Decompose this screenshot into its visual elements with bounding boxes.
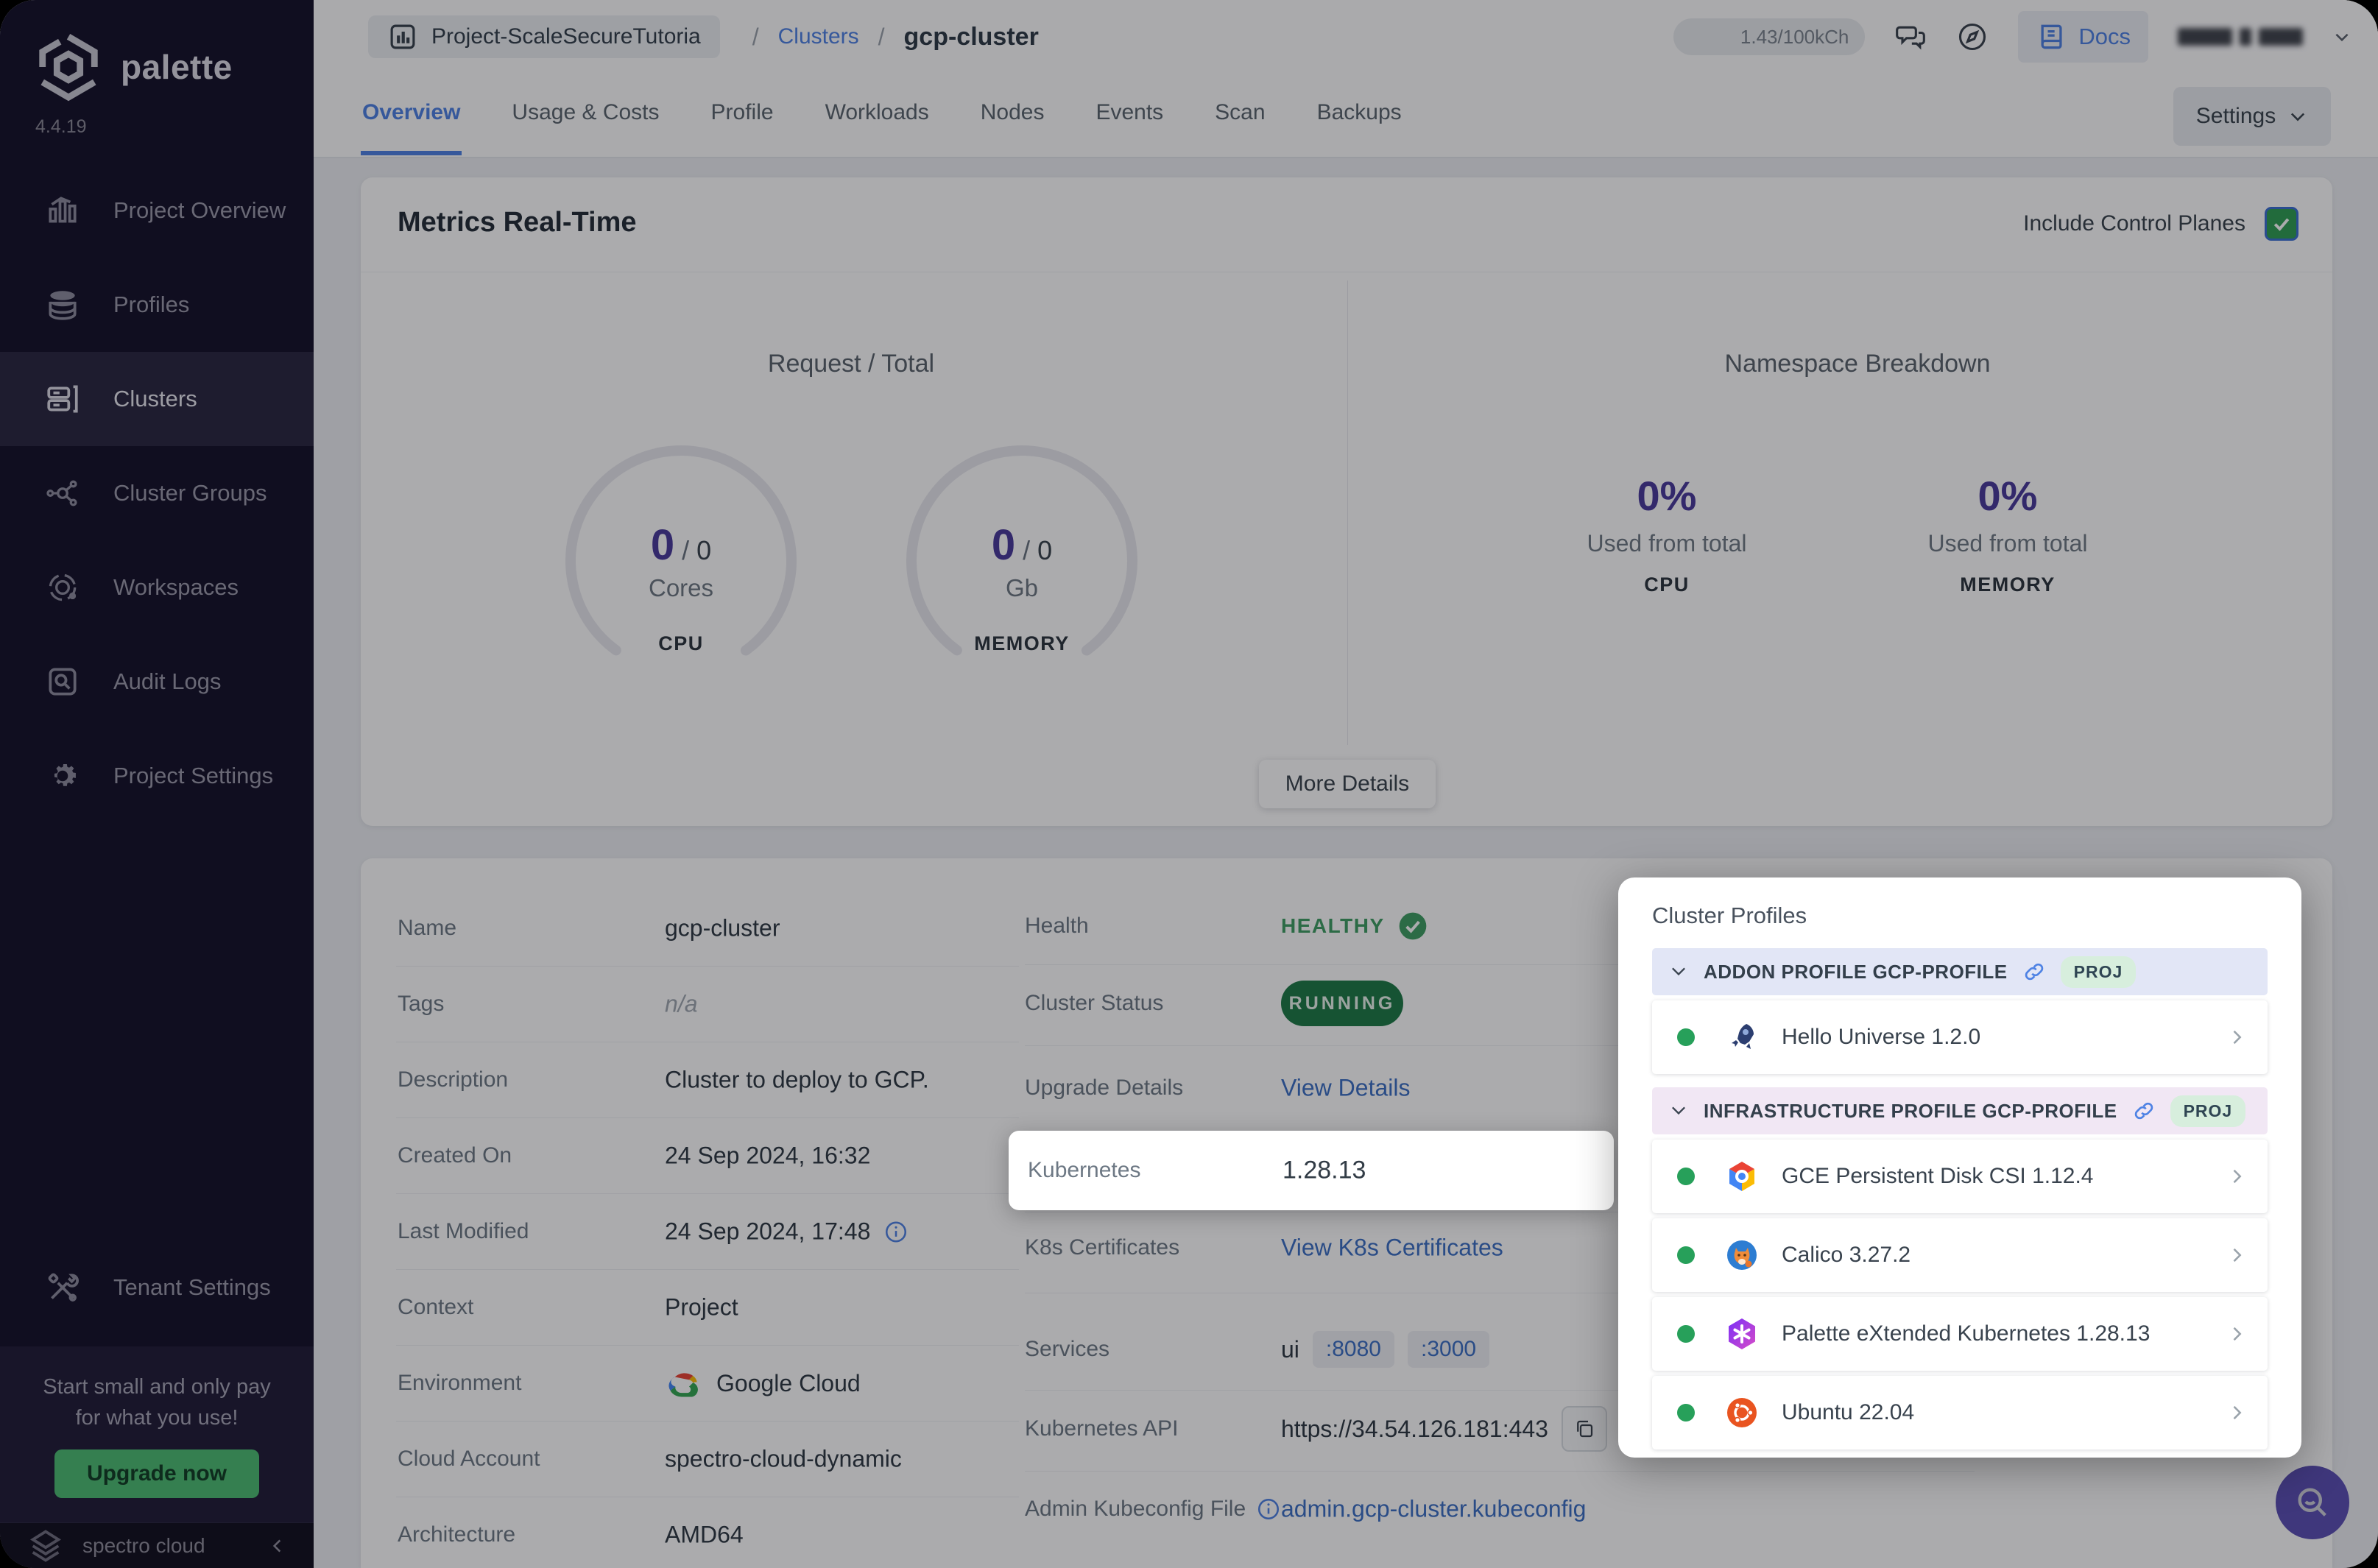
chevron-right-icon <box>2233 1327 2242 1341</box>
profile-row-palette-extended-kubernetes[interactable]: Palette eXtended Kubernetes 1.28.13 <box>1652 1297 2268 1371</box>
calico-icon <box>1727 1240 1757 1270</box>
chevron-right-icon <box>2233 1248 2242 1262</box>
chevron-down-icon <box>1672 1106 1685 1115</box>
kubernetes-spotlight-row[interactable]: Kubernetes 1.28.13 <box>1009 1131 1614 1210</box>
kubernetes-version: 1.28.13 <box>1283 1156 1366 1184</box>
chevron-right-icon <box>2233 1030 2242 1045</box>
status-dot <box>1677 1404 1695 1422</box>
gce-persistent-disk-icon <box>1729 1162 1754 1191</box>
popup-title: Cluster Profiles <box>1652 903 1807 928</box>
infrastructure-profile-header[interactable]: INFRASTRUCTURE PROFILE GCP-PROFILE PROJ <box>1652 1087 2268 1134</box>
screen: palette 4.4.19 Project Overview Profiles… <box>0 0 2378 1568</box>
chevron-down-icon <box>1672 967 1685 976</box>
profile-row-calico[interactable]: Calico 3.27.2 <box>1652 1218 2268 1292</box>
link-icon <box>2134 1102 2153 1120</box>
status-dot <box>1677 1325 1695 1343</box>
status-dot <box>1677 1246 1695 1264</box>
palette-extended-kubernetes-icon <box>1729 1318 1755 1349</box>
addon-profile-header[interactable]: ADDON PROFILE GCP-PROFILE PROJ <box>1652 948 2268 995</box>
profile-row-ubuntu[interactable]: Ubuntu 22.04 <box>1652 1376 2268 1449</box>
ubuntu-icon <box>1727 1398 1757 1427</box>
chevron-right-icon <box>2233 1405 2242 1420</box>
proj-badge: PROJ <box>2170 1095 2246 1127</box>
app-window: palette 4.4.19 Project Overview Profiles… <box>0 0 2378 1568</box>
status-dot <box>1677 1168 1695 1185</box>
hello-universe-icon <box>1732 1024 1754 1049</box>
profile-row-gce-disk[interactable]: GCE Persistent Disk CSI 1.12.4 <box>1652 1140 2268 1213</box>
status-dot <box>1677 1028 1695 1046</box>
proj-badge: PROJ <box>2060 956 2137 988</box>
link-icon <box>2025 963 2043 981</box>
profile-row-hello-universe[interactable]: Hello Universe 1.2.0 <box>1652 1000 2268 1074</box>
cluster-profiles-popup: Cluster Profiles ADDON PROFILE GCP-PROFI… <box>1618 877 2301 1458</box>
chevron-right-icon <box>2233 1169 2242 1184</box>
